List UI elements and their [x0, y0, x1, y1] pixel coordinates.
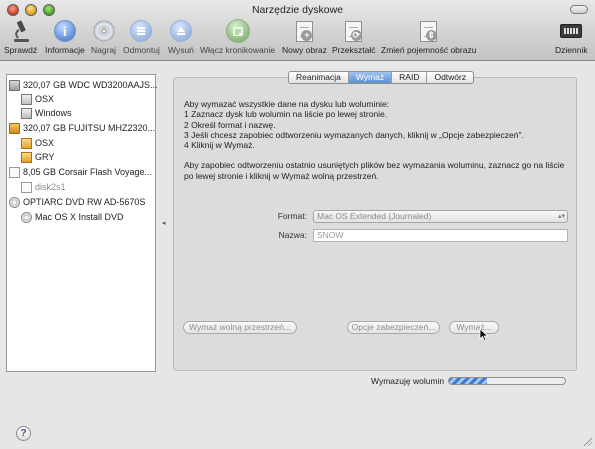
usb-drive-icon: [9, 166, 20, 178]
format-select[interactable]: Mac OS Extended (Journaled) ▴▾: [313, 210, 568, 223]
toolbar-burn-button[interactable]: Nagraj: [91, 19, 116, 57]
toolbar-resize-image-button[interactable]: ⇕ Zmień pojemność obrazu: [381, 19, 476, 57]
erase-free-space-button[interactable]: Wymaż wolną przestrzeń...: [183, 321, 297, 334]
erase-progress-bar: [448, 377, 566, 385]
format-label: Format:: [277, 211, 307, 221]
name-field[interactable]: SNOW: [313, 229, 568, 242]
disk-sidebar[interactable]: 320,07 GB WDC WD3200AAJS... OSX Windows …: [6, 74, 157, 372]
toolbar-info-button[interactable]: i Informacje: [45, 19, 85, 57]
sidebar-volume-osx-2[interactable]: OSX: [21, 136, 169, 150]
toolbar-journaling-button[interactable]: Włącz kronikowanie: [200, 19, 275, 57]
info-icon: i: [53, 20, 76, 42]
tab-erase[interactable]: Wymaż: [347, 72, 392, 83]
eject-icon: [169, 20, 192, 42]
progress-label: Wymazuję wolumin: [371, 376, 445, 386]
title-toolbar-bar: Narzędzie dyskowe Sprawdź i Informacje N…: [0, 0, 595, 61]
volume-icon: [21, 151, 32, 163]
resize-image-icon: ⇕: [417, 19, 441, 43]
log-icon: [560, 24, 583, 38]
volume-icon: [21, 93, 32, 105]
toolbar-new-image-button[interactable]: + Nowy obraz: [282, 19, 327, 57]
sidebar-disk-wdc[interactable]: 320,07 GB WDC WD3200AAJS...: [9, 78, 157, 92]
toolbar-toggle-button[interactable]: [570, 5, 588, 14]
toolbar-eject-button[interactable]: Wysuń: [168, 19, 194, 57]
burn-icon: [92, 19, 116, 43]
window-title: Narzędzie dyskowe: [251, 4, 344, 16]
sidebar-disk-corsair[interactable]: 8,05 GB Corsair Flash Voyage...: [9, 165, 157, 179]
help-button[interactable]: ?: [16, 426, 31, 441]
sidebar-install-dvd[interactable]: Mac OS X Install DVD: [21, 210, 169, 224]
sidebar-volume-gry[interactable]: GRY: [21, 150, 169, 164]
erase-instructions: Aby wymazać wszystkie dane na dysku lub …: [184, 99, 565, 181]
external-disk-icon: [9, 122, 20, 134]
progress-fill: [449, 378, 488, 384]
splitter-handle-icon[interactable]: ◂: [162, 219, 166, 227]
mouse-pointer-icon: [479, 328, 489, 342]
tab-bar: Reanimacja Wymaż RAID Odtwórz: [288, 71, 475, 84]
security-options-button[interactable]: Opcje zabezpieczeń...: [347, 321, 440, 334]
sidebar-disk-fujitsu[interactable]: 320,07 GB FUJITSU MHZ2320...: [9, 121, 157, 135]
sidebar-volume-disk2s1[interactable]: disk2s1: [21, 180, 169, 194]
select-arrows-icon: ▴▾: [557, 213, 565, 220]
disk-utility-window: Narzędzie dyskowe Sprawdź i Informacje N…: [0, 0, 595, 449]
window-resize-grip[interactable]: [582, 436, 592, 446]
toolbar-unmount-button[interactable]: Odmontuj: [123, 19, 160, 57]
optical-drive-icon: [9, 196, 20, 208]
sidebar-optical-drive[interactable]: OPTIARC DVD RW AD-5670S: [9, 195, 157, 209]
tab-restore[interactable]: Odtwórz: [426, 72, 473, 83]
toolbar-verify-button[interactable]: Sprawdź: [4, 19, 37, 57]
sidebar-volume-windows[interactable]: Windows: [21, 106, 169, 120]
sidebar-volume-osx-1[interactable]: OSX: [21, 92, 169, 106]
erase-button[interactable]: Wymaż...: [449, 321, 499, 334]
new-image-icon: +: [292, 19, 316, 43]
name-label: Nazwa:: [278, 230, 307, 240]
tab-raid[interactable]: RAID: [391, 72, 426, 83]
toolbar-convert-button[interactable]: ⟳ Przekształć: [332, 19, 375, 57]
convert-icon: ⟳: [342, 19, 366, 43]
tab-first-aid[interactable]: Reanimacja: [289, 72, 348, 83]
microscope-icon: [9, 19, 33, 43]
hard-disk-icon: [9, 79, 20, 91]
disc-icon: [21, 211, 32, 223]
volume-icon: [21, 181, 32, 193]
journaling-icon: [225, 19, 250, 43]
unmount-icon: [130, 20, 153, 42]
volume-icon: [21, 107, 32, 119]
volume-icon: [21, 137, 32, 149]
toolbar-log-button[interactable]: Dziennik: [555, 19, 588, 57]
